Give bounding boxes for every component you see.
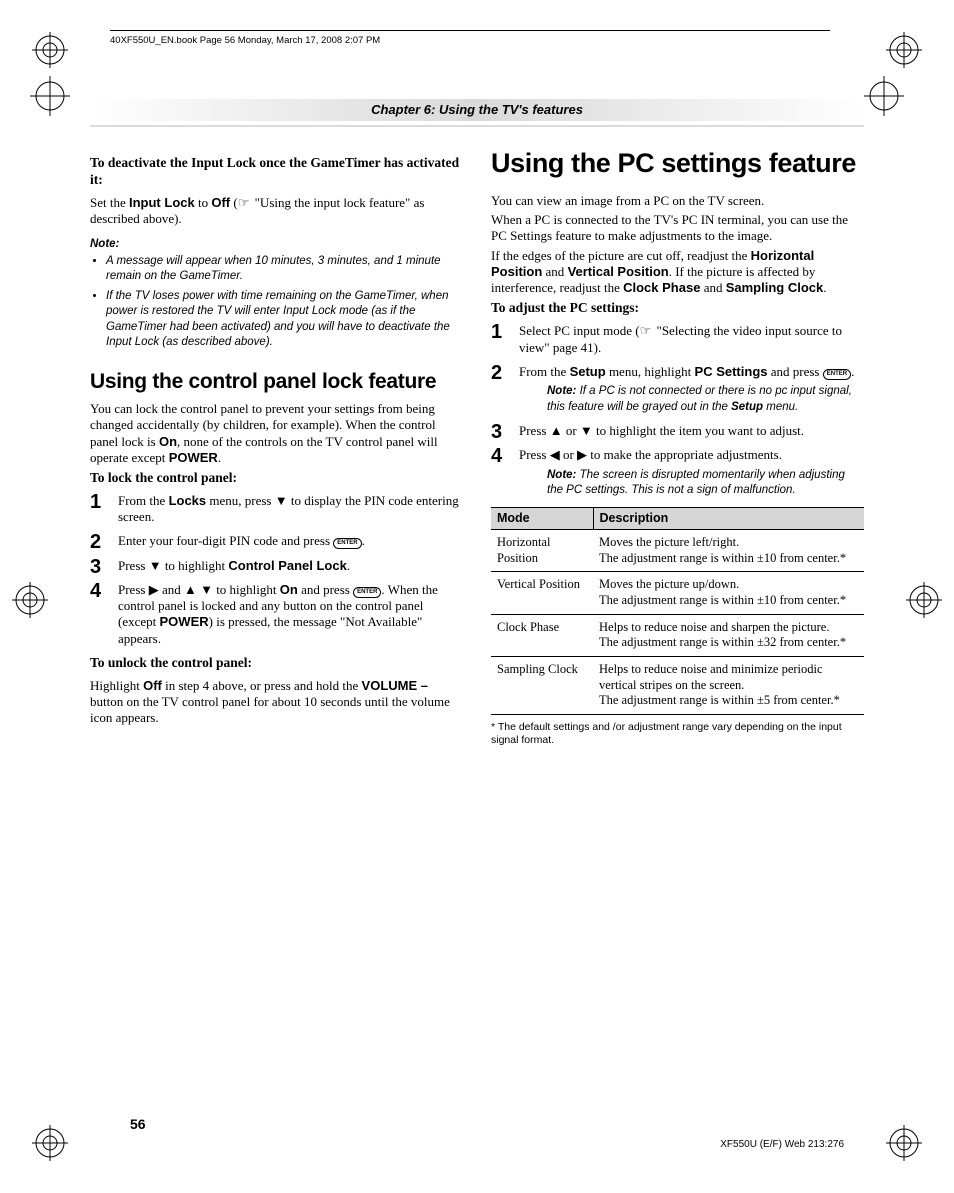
lock-steps: From the Locks menu, press ▼ to display …	[90, 493, 463, 647]
to-unlock-heading: To unlock the control panel:	[90, 655, 463, 672]
step: From the Setup menu, highlight PC Settin…	[491, 364, 864, 415]
note-list: A message will appear when 10 minutes, 3…	[90, 254, 463, 351]
page-number: 56	[130, 1116, 146, 1134]
enter-icon: ENTER	[333, 538, 361, 549]
table-row: Clock PhaseHelps to reduce noise and sha…	[491, 614, 864, 656]
note-item: A message will appear when 10 minutes, 3…	[106, 254, 463, 285]
deactivate-heading: To deactivate the Input Lock once the Ga…	[90, 155, 463, 189]
step: From the Locks menu, press ▼ to display …	[90, 493, 463, 526]
pc-p2: When a PC is connected to the TV's PC IN…	[491, 212, 864, 245]
pc-p1: You can view an image from a PC on the T…	[491, 193, 864, 209]
pc-settings-table: Mode Description Horizontal PositionMove…	[491, 507, 864, 715]
table-row: Sampling ClockHelps to reduce noise and …	[491, 656, 864, 714]
step: Press ▶ and ▲ ▼ to highlight On and pres…	[90, 582, 463, 647]
table-footnote: * The default settings and /or adjustmen…	[491, 721, 864, 748]
control-panel-lock-heading: Using the control panel lock feature	[90, 369, 463, 395]
table-row: Vertical PositionMoves the picture up/do…	[491, 572, 864, 614]
left-column: To deactivate the Input Lock once the Ga…	[90, 151, 463, 748]
table-header-mode: Mode	[491, 507, 593, 530]
chapter-title: Chapter 6: Using the TV's features	[90, 99, 864, 121]
page: 40XF550U_EN.book Page 56 Monday, March 1…	[0, 0, 954, 1193]
note-label: Note:	[90, 237, 463, 251]
pointer-icon	[640, 323, 654, 338]
table-row: Horizontal PositionMoves the picture lef…	[491, 530, 864, 572]
pc-p3: If the edges of the picture are cut off,…	[491, 248, 864, 297]
to-lock-heading: To lock the control panel:	[90, 470, 463, 487]
pc-steps: Select PC input mode ( "Selecting the vi…	[491, 323, 864, 498]
lock-intro: You can lock the control panel to preven…	[90, 401, 463, 466]
running-head: 40XF550U_EN.book Page 56 Monday, March 1…	[110, 30, 830, 47]
step: Press ▲ or ▼ to highlight the item you w…	[491, 423, 864, 439]
step: Press ▼ to highlight Control Panel Lock.	[90, 558, 463, 574]
divider	[90, 125, 864, 127]
table-header-desc: Description	[593, 507, 864, 530]
pointer-icon	[238, 195, 252, 210]
two-column-layout: To deactivate the Input Lock once the Ga…	[90, 151, 864, 748]
step: Enter your four-digit PIN code and press…	[90, 533, 463, 549]
deactivate-body: Set the Input Lock to Off ( "Using the i…	[90, 195, 463, 228]
unlock-body: Highlight Off in step 4 above, or press …	[90, 678, 463, 727]
pc-settings-heading: Using the PC settings feature	[491, 147, 864, 181]
step: Select PC input mode ( "Selecting the vi…	[491, 323, 864, 356]
enter-icon: ENTER	[823, 369, 851, 380]
footer-code: XF550U (E/F) Web 213:276	[720, 1139, 844, 1152]
adjust-heading: To adjust the PC settings:	[491, 300, 864, 317]
note-item: If the TV loses power with time remainin…	[106, 289, 463, 351]
step-note: Note: If a PC is not connected or there …	[547, 384, 864, 415]
step-note: Note: The screen is disrupted momentaril…	[547, 468, 864, 499]
right-column: Using the PC settings feature You can vi…	[491, 151, 864, 748]
step: Press ◀ or ▶ to make the appropriate adj…	[491, 447, 864, 498]
enter-icon: ENTER	[353, 587, 381, 598]
